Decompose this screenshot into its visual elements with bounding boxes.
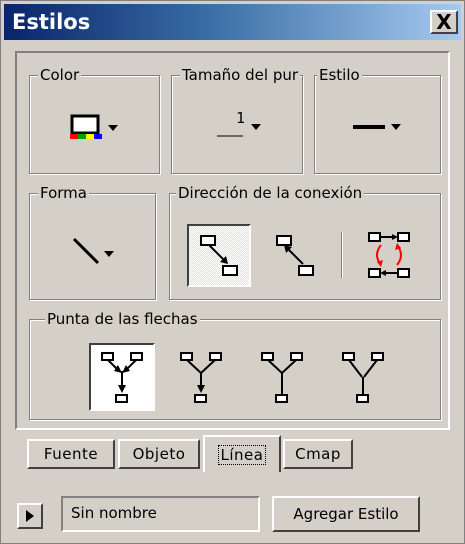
arrowhead-target-button[interactable] [170, 345, 232, 409]
close-icon: X [436, 10, 452, 34]
solid-line-icon [353, 124, 401, 130]
connection-forward-icon [200, 234, 238, 276]
size-group: Tamaño del pur 1 [171, 65, 303, 174]
arrowheads-plain-icon [342, 352, 384, 403]
style-name-field[interactable]: Sin nombre [61, 496, 260, 532]
style-group-label: Estilo [317, 65, 362, 85]
arrowheads-group-label: Punta de las flechas [45, 309, 200, 329]
direction-forward-button[interactable] [187, 224, 251, 287]
tab-fuente-label: Fuente [43, 445, 99, 463]
shape-group: Forma [29, 183, 156, 300]
arrowheads-all-icon [101, 352, 143, 403]
arrowheads-none-icon [261, 352, 303, 403]
connection-reverse-icon [276, 235, 314, 276]
tab-linea-label: Línea [217, 444, 267, 465]
style-group: Estilo [314, 65, 441, 174]
line-width-dropdown[interactable]: 1 [196, 104, 280, 150]
color-group-label: Color [38, 65, 82, 85]
color-dropdown[interactable] [56, 106, 136, 148]
title-bar[interactable]: Estilos X [4, 4, 461, 40]
line-shape-dropdown[interactable] [54, 226, 134, 276]
line-color-icon [70, 114, 118, 139]
color-group: Color [29, 65, 160, 174]
styles-window: Estilos X Color Tamaño del pur 1 Estilo … [0, 0, 465, 544]
arrowheads-group: Punta de las flechas [29, 309, 441, 420]
straight-line-icon [72, 237, 114, 265]
direction-swap-button[interactable] [358, 224, 420, 286]
window-title: Estilos [12, 10, 91, 34]
tab-objeto-label: Objeto [132, 445, 186, 463]
tab-linea[interactable]: Línea [203, 435, 281, 472]
arrowhead-plain-button[interactable] [332, 345, 394, 409]
line-properties-panel: Color Tamaño del pur 1 Estilo Forma Dire… [15, 51, 450, 430]
direction-reverse-button[interactable] [265, 226, 325, 286]
add-style-button[interactable]: Agregar Estilo [272, 496, 420, 532]
direction-separator [341, 232, 343, 278]
line-style-dropdown[interactable] [339, 106, 419, 148]
tab-cmap-label: Cmap [295, 445, 341, 463]
arrowhead-none-button[interactable] [251, 345, 313, 409]
tab-fuente[interactable]: Fuente [27, 439, 115, 469]
tab-objeto[interactable]: Objeto [118, 439, 200, 469]
swap-direction-icon [368, 232, 410, 278]
play-button[interactable] [17, 503, 43, 529]
direction-group-label: Dirección de la conexión [176, 183, 365, 203]
line-width-value: 1 [236, 109, 246, 127]
tab-cmap[interactable]: Cmap [283, 439, 353, 469]
arrowheads-target-icon [180, 352, 222, 403]
play-arrow-icon [26, 510, 34, 522]
shape-group-label: Forma [38, 183, 89, 203]
close-button[interactable]: X [430, 10, 458, 34]
direction-group: Dirección de la conexión [169, 183, 441, 300]
arrowhead-all-button[interactable] [89, 343, 155, 411]
size-group-label: Tamaño del pur [180, 65, 301, 85]
